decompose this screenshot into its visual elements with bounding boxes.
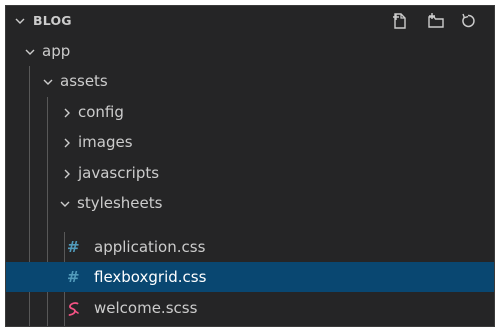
chevron-down-icon bbox=[43, 79, 53, 85]
sass-icon bbox=[68, 302, 79, 316]
tree-item-stylesheets[interactable]: stylesheets bbox=[6, 188, 494, 218]
new-folder-icon bbox=[428, 13, 444, 28]
tree-item-label: assets bbox=[60, 72, 108, 90]
new-folder-button[interactable] bbox=[426, 11, 446, 31]
chevron-down-icon[interactable] bbox=[14, 15, 26, 27]
chevron-right-icon bbox=[64, 138, 70, 148]
tree-item-flexboxgrid-css[interactable]: # flexboxgrid.css bbox=[6, 262, 494, 292]
explorer-header[interactable]: BLOG bbox=[6, 6, 494, 36]
refresh-button[interactable] bbox=[458, 11, 478, 31]
chevron-right-icon bbox=[64, 108, 70, 118]
refresh-icon bbox=[462, 13, 475, 28]
new-file-icon bbox=[393, 13, 406, 29]
tree-item-javascripts[interactable]: javascripts bbox=[6, 158, 494, 188]
tree-item-label: welcome.scss bbox=[94, 299, 198, 317]
tree-item-config[interactable]: config bbox=[6, 97, 494, 127]
tree-item-label: stylesheets bbox=[77, 194, 163, 212]
tree-item-application-css[interactable]: # application.css bbox=[6, 232, 494, 262]
tree-item-label: app bbox=[42, 42, 71, 60]
explorer-panel: BLOG app assets config images javascript… bbox=[5, 5, 495, 327]
tree-item-label: application.css bbox=[94, 238, 206, 256]
chevron-right-icon bbox=[64, 169, 70, 179]
tree-item-welcome-scss[interactable]: welcome.scss bbox=[6, 293, 494, 323]
chevron-down-icon bbox=[25, 49, 35, 55]
chevron-down-icon bbox=[60, 201, 70, 207]
explorer-title: BLOG bbox=[33, 13, 72, 28]
css-hash-icon: # bbox=[67, 268, 80, 286]
css-hash-icon: # bbox=[67, 238, 80, 256]
tree-item-assets[interactable]: assets bbox=[6, 66, 494, 96]
tree-item-label: flexboxgrid.css bbox=[94, 268, 207, 286]
tree-item-images[interactable]: images bbox=[6, 127, 494, 157]
tree-item-app[interactable]: app bbox=[6, 36, 494, 66]
tree-item-label: javascripts bbox=[78, 164, 160, 182]
tree-item-label: images bbox=[78, 133, 133, 151]
new-file-button[interactable] bbox=[390, 11, 410, 31]
tree-item-label: config bbox=[78, 103, 124, 121]
